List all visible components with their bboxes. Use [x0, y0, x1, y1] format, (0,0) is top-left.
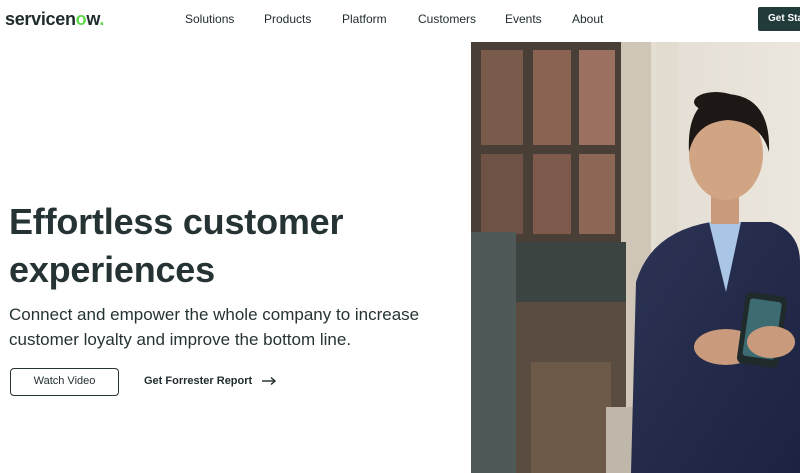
headline-line-2: experiences: [9, 249, 215, 290]
nav-item-about[interactable]: About: [572, 12, 603, 26]
nav-item-events[interactable]: Events: [505, 12, 542, 26]
nav-item-solutions[interactable]: Solutions: [185, 12, 234, 26]
get-started-button[interactable]: Get Star: [758, 7, 800, 31]
arrow-right-icon: [262, 377, 277, 386]
forrester-link-label: Get Forrester Report: [144, 375, 253, 387]
headline-line-1: Effortless customer: [9, 201, 344, 242]
top-navigation-bar: servicenow. Solutions Products Platform …: [0, 0, 800, 40]
nav-item-customers[interactable]: Customers: [418, 12, 476, 26]
main-nav: Solutions Products Platform Customers Ev…: [0, 12, 800, 28]
hero-headline: Effortless customer experiences: [9, 198, 464, 294]
hero-subheadline: Connect and empower the whole company to…: [9, 305, 420, 349]
nav-item-platform[interactable]: Platform: [342, 12, 387, 26]
hero-photo-illustration: [471, 42, 800, 473]
hero-image: [471, 42, 800, 473]
get-forrester-report-link[interactable]: Get Forrester Report: [144, 375, 277, 387]
nav-item-products[interactable]: Products: [264, 12, 311, 26]
watch-video-button[interactable]: Watch Video: [10, 368, 119, 396]
